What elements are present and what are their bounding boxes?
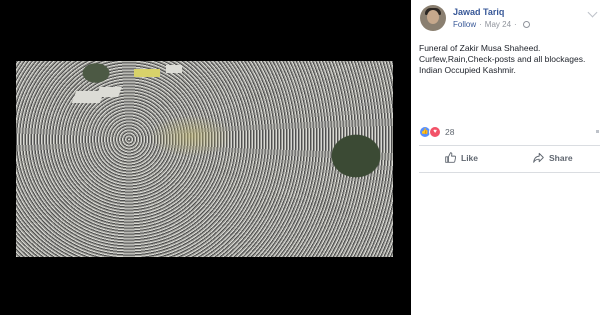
meta-separator: · [514,20,517,29]
banner-shape [134,69,160,77]
reactions-summary[interactable]: 👍 ♥ 28 [420,126,454,138]
love-icon: ♥ [429,126,441,138]
post-text-line: Funeral of Zakir Musa Shaheed. [419,43,541,53]
chevron-down-icon[interactable] [587,7,598,18]
tent-shape [96,87,122,97]
follow-link[interactable]: Follow [453,20,476,29]
divider [419,172,600,173]
avatar-face [427,10,439,24]
post-meta: Follow · May 24 · [453,20,530,29]
globe-icon [522,21,530,28]
post-photo[interactable] [16,61,393,257]
reaction-count: 28 [445,127,455,137]
divider [419,145,600,146]
thumbs-up-icon [445,152,456,163]
scrollbar-thumb[interactable] [596,130,599,133]
meta-separator: · [479,20,482,29]
like-button[interactable]: Like [445,152,478,163]
avatar[interactable] [420,5,446,31]
post-panel: Jawad Tariq Follow · May 24 · Funeral of… [411,0,600,315]
share-arrow-icon [533,152,544,163]
share-button[interactable]: Share [533,152,573,163]
author-name[interactable]: Jawad Tariq [453,7,504,17]
post-text-line: Curfew,Rain,Check-posts and all blockage… [419,54,586,64]
like-label: Like [461,152,479,163]
post-text-line: Indian Occupied Kashmir. [419,65,516,75]
post-date[interactable]: May 24 [485,20,511,29]
photo-viewer [0,0,411,315]
post-text: Funeral of Zakir Musa Shaheed. Curfew,Ra… [419,43,597,76]
share-label: Share [549,152,573,163]
tent-shape [166,65,182,73]
